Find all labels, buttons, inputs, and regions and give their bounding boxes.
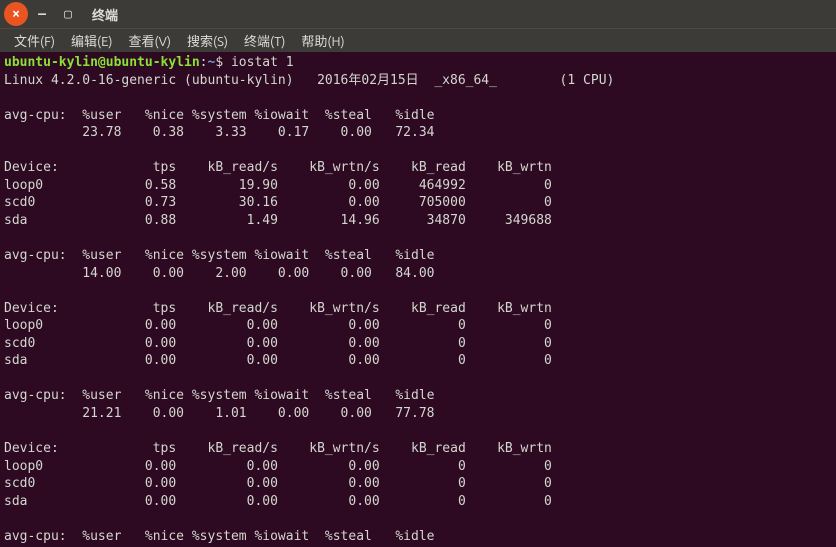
terminal-output[interactable]: ubuntu-kylin@ubuntu-kylin:~$ iostat 1 Li… — [0, 52, 836, 547]
cpu-header: avg-cpu: %user %nice %system %iowait %st… — [4, 529, 434, 544]
device-header: Device: tps kB_read/s kB_wrtn/s kB_read … — [4, 160, 552, 175]
menubar: 文件(F) 编辑(E) 查看(V) 搜索(S) 终端(T) 帮助(H) — [0, 28, 836, 52]
device-row: scd0 0.00 0.00 0.00 0 0 — [4, 336, 552, 351]
prompt-user-host: ubuntu-kylin@ubuntu-kylin — [4, 55, 200, 70]
menu-edit[interactable]: 编辑(E) — [63, 31, 120, 50]
prompt-command: iostat 1 — [231, 55, 294, 70]
menu-help[interactable]: 帮助(H) — [293, 31, 352, 50]
system-line: Linux 4.2.0-16-generic (ubuntu-kylin) 20… — [4, 73, 614, 88]
maximize-icon[interactable]: ▢ — [56, 2, 80, 26]
cpu-row: 23.78 0.38 3.33 0.17 0.00 72.34 — [4, 125, 434, 140]
device-row: sda 0.88 1.49 14.96 34870 349688 — [4, 213, 552, 228]
minimize-icon[interactable]: – — [30, 2, 54, 26]
cpu-header: avg-cpu: %user %nice %system %iowait %st… — [4, 248, 434, 263]
device-row: sda 0.00 0.00 0.00 0 0 — [4, 494, 552, 509]
cpu-row: 21.21 0.00 1.01 0.00 0.00 77.78 — [4, 406, 434, 421]
close-icon[interactable]: × — [4, 2, 28, 26]
device-row: loop0 0.00 0.00 0.00 0 0 — [4, 318, 552, 333]
device-header: Device: tps kB_read/s kB_wrtn/s kB_read … — [4, 441, 552, 456]
device-row: sda 0.00 0.00 0.00 0 0 — [4, 353, 552, 368]
prompt-colon: : — [200, 55, 208, 70]
window-titlebar: × – ▢ 终端 — [0, 0, 836, 28]
device-row: loop0 0.58 19.90 0.00 464992 0 — [4, 178, 552, 193]
cpu-header: avg-cpu: %user %nice %system %iowait %st… — [4, 388, 434, 403]
menu-terminal[interactable]: 终端(T) — [236, 31, 293, 50]
device-header: Device: tps kB_read/s kB_wrtn/s kB_read … — [4, 301, 552, 316]
cpu-row: 14.00 0.00 2.00 0.00 0.00 84.00 — [4, 266, 434, 281]
menu-view[interactable]: 查看(V) — [121, 31, 179, 50]
device-row: loop0 0.00 0.00 0.00 0 0 — [4, 459, 552, 474]
window-title: 终端 — [92, 5, 118, 24]
prompt-dollar: $ — [215, 55, 231, 70]
device-row: scd0 0.73 30.16 0.00 705000 0 — [4, 195, 552, 210]
cpu-header: avg-cpu: %user %nice %system %iowait %st… — [4, 108, 434, 123]
device-row: scd0 0.00 0.00 0.00 0 0 — [4, 476, 552, 491]
menu-search[interactable]: 搜索(S) — [179, 31, 236, 50]
menu-file[interactable]: 文件(F) — [6, 31, 63, 50]
